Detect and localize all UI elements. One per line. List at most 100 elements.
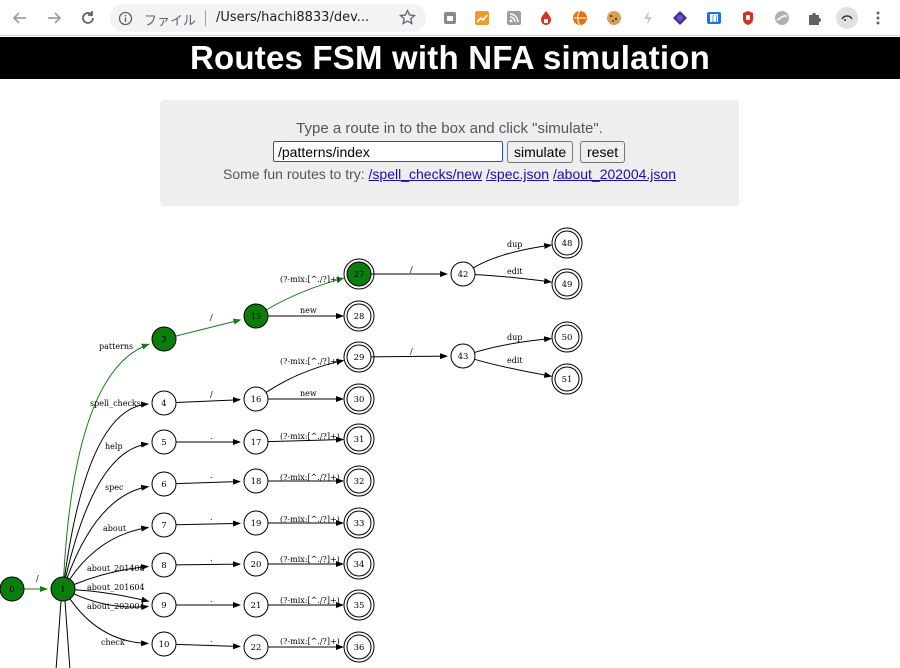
edge-label: (?-mix:[^./?]+) [280, 473, 340, 482]
extension-chart-icon[interactable] [472, 8, 492, 28]
edge-label: help [105, 442, 123, 451]
edge-label: edit [507, 267, 523, 276]
edge-label: new [300, 306, 317, 315]
extension-ball-icon[interactable] [570, 8, 590, 28]
state-node-19: 19 [243, 510, 269, 536]
state-label: 8 [161, 561, 166, 571]
offscreen-edge [55, 600, 62, 668]
forward-icon[interactable] [42, 6, 66, 30]
extension-fire-icon[interactable] [536, 8, 556, 28]
back-icon[interactable] [8, 6, 32, 30]
edge-label: dup [507, 240, 522, 249]
state-node-33: 33 [343, 507, 375, 539]
edge-label: (?-mix:[^./?]+) [280, 637, 340, 646]
state-node-43: 43 [450, 343, 476, 369]
reset-button[interactable]: reset [580, 141, 626, 163]
state-node-0: 0 [0, 576, 25, 602]
state-node-31: 31 [343, 423, 375, 455]
state-label: 7 [161, 521, 166, 531]
state-node-30: 30 [343, 383, 375, 415]
edge-label: / [210, 313, 213, 322]
state-node-5: 5 [151, 429, 177, 455]
edge-label: about_201408 [87, 564, 145, 573]
state-label: 43 [458, 352, 469, 362]
state-label: 22 [251, 643, 262, 653]
edge-label: / [36, 574, 39, 583]
edge-label: (?-mix:[^./?]+) [280, 357, 340, 366]
state-label: 51 [562, 375, 573, 385]
edge-label: (?-mix:[^./?]+) [280, 432, 340, 441]
extension-bolt-icon[interactable] [638, 8, 658, 28]
state-label: 6 [161, 480, 166, 490]
state-label: 10 [159, 640, 170, 650]
state-label: 20 [251, 560, 262, 570]
state-label: 1 [60, 585, 65, 595]
state-node-48: 48 [551, 227, 583, 259]
simulate-button[interactable]: simulate [507, 141, 574, 163]
extensions-puzzle-icon[interactable] [804, 8, 824, 28]
fun-route-link[interactable]: /spell_checks/new [369, 166, 483, 182]
state-label: 15 [251, 312, 262, 322]
state-node-34: 34 [343, 548, 375, 580]
extension-globe-icon[interactable] [772, 8, 792, 28]
profile-avatar-icon[interactable] [836, 7, 858, 29]
page-title: Routes FSM with NFA simulation [190, 39, 710, 76]
state-label: 32 [354, 477, 365, 487]
address-url[interactable]: /Users/hachi8833/dev... [216, 10, 369, 25]
edge-label: check [101, 638, 125, 647]
extension-hand-icon[interactable] [738, 8, 758, 28]
state-node-7: 7 [151, 512, 177, 538]
state-node-1: 1 [50, 576, 76, 602]
address-bar[interactable]: ファイル /Users/hachi8833/dev... [110, 4, 426, 32]
state-label: 50 [562, 333, 573, 343]
edge-7-19 [175, 520, 242, 527]
state-node-32: 32 [343, 465, 375, 497]
state-label: 19 [251, 519, 262, 529]
state-label: 42 [458, 270, 469, 280]
state-label: 48 [562, 239, 573, 249]
extension-cookie-icon[interactable] [604, 8, 624, 28]
browser-menu-icon[interactable] [868, 8, 888, 28]
state-node-49: 49 [551, 268, 583, 300]
edge-label: . [210, 595, 213, 604]
edge-label: . [210, 635, 213, 644]
fun-route-link[interactable]: /about_202004.json [553, 166, 676, 182]
edge-label: spec [105, 483, 124, 492]
state-node-36: 36 [343, 631, 375, 663]
edge-label: / [410, 265, 413, 274]
fun-route-link[interactable]: /spec.json [486, 166, 549, 182]
state-label: 27 [354, 270, 365, 280]
extension-diamond-icon[interactable] [670, 8, 690, 28]
state-node-50: 50 [551, 321, 583, 353]
bookmark-star-icon[interactable] [398, 8, 417, 31]
fun-routes: Some fun routes to try: /spell_checks/ne… [160, 166, 739, 182]
state-label: 29 [354, 353, 365, 363]
route-panel: Type a route in to the box and click "si… [160, 100, 739, 206]
instructions-text: Type a route in to the box and click "si… [296, 120, 603, 137]
edge-label: . [210, 471, 213, 480]
state-node-4: 4 [151, 390, 177, 416]
extension-page-icon[interactable] [440, 8, 460, 28]
state-label: 28 [354, 312, 365, 322]
state-label: 9 [161, 601, 166, 611]
edge-3-15 [175, 318, 242, 337]
edge-label: dup [507, 333, 522, 342]
edge-29-43 [370, 353, 449, 360]
info-icon[interactable] [118, 11, 133, 31]
state-label: 35 [354, 601, 365, 611]
reload-icon[interactable] [76, 6, 100, 30]
state-node-8: 8 [151, 552, 177, 578]
edge-6-18 [175, 478, 242, 485]
state-node-35: 35 [343, 589, 375, 621]
state-label: 16 [251, 395, 262, 405]
extension-bracket-icon[interactable]: [] [704, 8, 724, 28]
state-label: 18 [251, 477, 262, 487]
edge-label: / [410, 347, 413, 356]
edge-label: (?-mix:[^./?]+) [280, 515, 340, 524]
edge-1-5 [65, 441, 150, 578]
state-label: 0 [9, 585, 14, 595]
route-input[interactable] [273, 141, 503, 162]
extension-rss-icon[interactable] [504, 8, 524, 28]
state-label: 36 [354, 643, 365, 653]
edge-label: about [103, 524, 127, 533]
